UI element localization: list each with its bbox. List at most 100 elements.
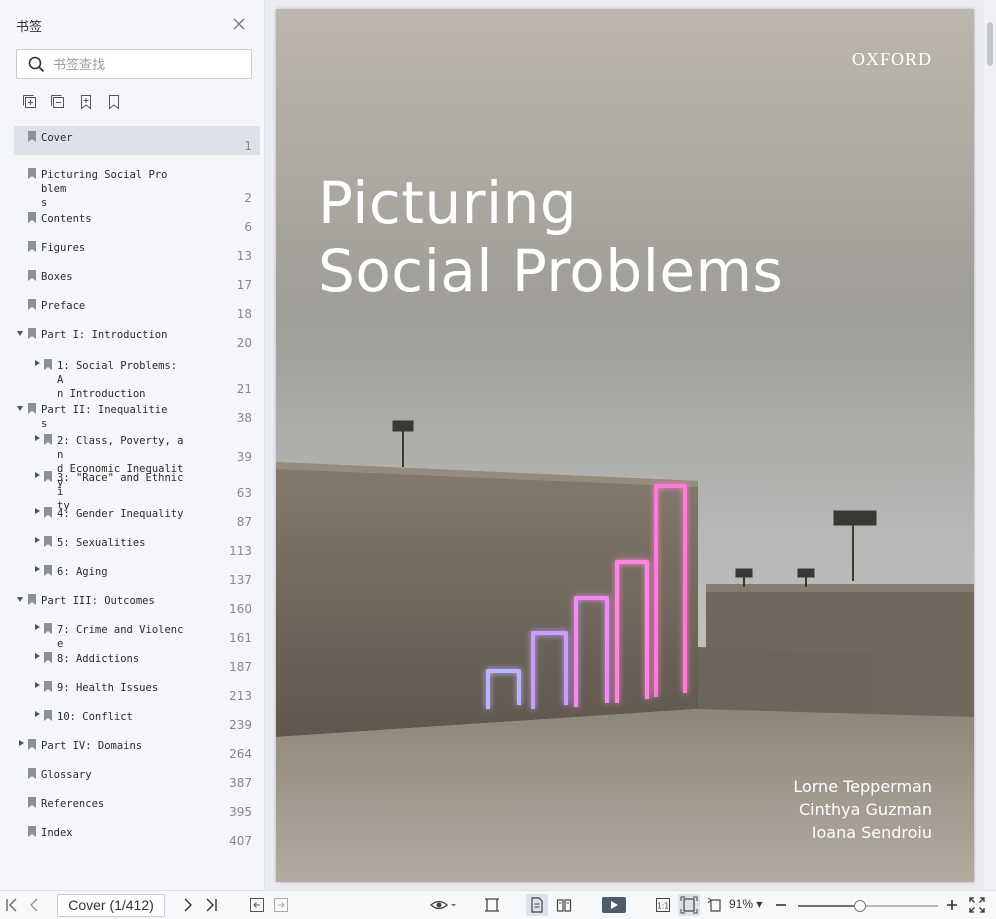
bookmark-page-number: 387	[229, 776, 252, 790]
collapse-arrow-icon[interactable]	[17, 597, 23, 602]
bookmark-icon[interactable]	[106, 94, 122, 110]
previous-page-icon[interactable]	[26, 897, 42, 913]
bookmark-flag-icon	[44, 507, 52, 518]
document-viewer[interactable]: OXFORD Picturing Social Problems Lorne T…	[266, 0, 982, 890]
bookmark-item[interactable]: 10: Conflict 239	[14, 705, 260, 734]
bookmark-item[interactable]: 8: Addictions 187	[14, 647, 260, 676]
bookmark-flag-icon	[44, 434, 52, 445]
bookmark-item[interactable]: Index 407	[14, 821, 260, 850]
cover-authors: Lorne Tepperman Cinthya Guzman Ioana Sen…	[793, 775, 932, 844]
bookmark-item[interactable]: Part II: Inequalities 38	[14, 398, 260, 430]
bookmark-label: Picturing Social Problem s	[41, 169, 168, 209]
expand-arrow-icon[interactable]	[35, 508, 40, 514]
expand-arrow-icon[interactable]	[35, 435, 40, 441]
eye-protection-icon[interactable]	[430, 897, 456, 913]
bookmark-flag-icon	[28, 826, 36, 837]
expand-arrow-icon[interactable]	[35, 360, 40, 366]
expand-arrow-icon[interactable]	[35, 472, 40, 478]
bookmark-label: Preface	[41, 300, 86, 312]
bookmark-label: 1: Social Problems: A n Introduction	[57, 360, 178, 400]
bookmark-page-number: 39	[236, 450, 252, 464]
expand-all-icon[interactable]	[22, 94, 38, 110]
expand-arrow-icon[interactable]	[35, 653, 40, 659]
bookmark-item[interactable]: 7: Crime and Violence 161	[14, 618, 260, 650]
bookmark-page-number: 187	[229, 660, 252, 674]
bookmark-flag-icon	[28, 241, 36, 252]
bookmark-item[interactable]: Part III: Outcomes 160	[14, 589, 260, 618]
bookmark-item[interactable]: Cover 1	[14, 126, 260, 155]
fullscreen-icon[interactable]	[969, 897, 985, 913]
zoom-out-icon[interactable]	[773, 897, 789, 913]
bookmark-item[interactable]: 9: Health Issues 213	[14, 676, 260, 705]
bookmark-page-number: 6	[244, 220, 252, 234]
bookmark-label: Contents	[41, 213, 92, 225]
collapse-all-icon[interactable]	[50, 94, 66, 110]
zoom-in-icon[interactable]	[944, 897, 960, 913]
expand-arrow-icon[interactable]	[35, 624, 40, 630]
bookmark-flag-icon	[44, 710, 52, 721]
bookmark-search[interactable]	[16, 49, 252, 79]
two-page-icon[interactable]	[556, 897, 572, 913]
bookmark-item[interactable]: Figures 13	[14, 236, 260, 265]
expand-arrow-icon[interactable]	[35, 566, 40, 572]
actual-size-icon[interactable]: 1:1	[655, 897, 671, 913]
expand-arrow-icon[interactable]	[35, 537, 40, 543]
back-icon[interactable]	[249, 897, 265, 913]
zoom-slider-knob[interactable]	[853, 900, 866, 912]
scrollbar-thumb[interactable]	[987, 22, 993, 66]
bookmark-flag-icon	[28, 299, 36, 310]
expand-arrow-icon[interactable]	[35, 682, 40, 688]
next-page-icon[interactable]	[180, 897, 196, 913]
rotate-icon[interactable]	[707, 897, 723, 913]
expand-arrow-icon[interactable]	[35, 711, 40, 717]
bookmark-flag-icon	[44, 565, 52, 576]
bookmark-item[interactable]: Part IV: Domains 264	[14, 734, 260, 763]
vertical-scrollbar[interactable]	[984, 0, 996, 890]
bookmark-item[interactable]: Contents 6	[14, 207, 260, 236]
bookmark-item[interactable]: Preface 18	[14, 294, 260, 323]
collapse-arrow-icon[interactable]	[17, 406, 23, 411]
bookmark-item[interactable]: 4: Gender Inequality 87	[14, 502, 260, 531]
bookmark-search-input[interactable]	[53, 55, 243, 73]
close-icon[interactable]	[232, 17, 246, 31]
bookmark-page-number: 395	[229, 805, 252, 819]
bookmark-item[interactable]: Glossary 387	[14, 763, 260, 792]
bookmark-item[interactable]: Part I: Introduction 20	[14, 323, 260, 352]
bookmark-page-number: 137	[229, 573, 252, 587]
forward-icon[interactable]	[273, 897, 289, 913]
fit-width-icon[interactable]	[484, 897, 500, 913]
single-page-button[interactable]	[526, 894, 548, 916]
bookmark-label: References	[41, 798, 105, 810]
bookmark-label: Part II: Inequalities	[41, 404, 168, 430]
bookmark-item[interactable]: 6: Aging 137	[14, 560, 260, 589]
add-bookmark-icon[interactable]	[78, 94, 94, 110]
bookmark-item[interactable]: 5: Sexualities 113	[14, 531, 260, 560]
zoom-level[interactable]: 91% ▾	[729, 897, 762, 911]
expand-arrow-icon[interactable]	[19, 740, 24, 746]
collapse-arrow-icon[interactable]	[17, 331, 23, 336]
bookmark-flag-icon	[28, 739, 36, 750]
bookmark-item[interactable]: Boxes 17	[14, 265, 260, 294]
author-name: Ioana Sendroiu	[811, 823, 932, 842]
author-name: Cinthya Guzman	[799, 800, 932, 819]
bookmark-page-number: 239	[229, 718, 252, 732]
bookmark-item[interactable]: 2: Class, Poverty, an d Economic Inequal…	[14, 429, 260, 489]
bookmark-page-number: 87	[236, 515, 252, 529]
bookmark-item[interactable]: 3: "Race" and Ethnici ty 63	[14, 466, 260, 512]
search-icon	[28, 56, 45, 73]
bookmark-label: Part I: Introduction	[41, 329, 168, 341]
zoom-slider[interactable]	[798, 900, 938, 912]
bookmark-flag-icon	[28, 131, 36, 142]
bookmark-item[interactable]: 1: Social Problems: A n Introduction 21	[14, 354, 260, 400]
bookmark-page-number: 13	[236, 249, 252, 263]
bookmark-label: Cover	[41, 132, 73, 144]
fit-page-button[interactable]	[678, 894, 700, 916]
last-page-icon[interactable]	[203, 897, 219, 913]
play-slideshow-icon[interactable]	[601, 896, 627, 914]
bookmark-item[interactable]: Picturing Social Problem s 2	[14, 163, 260, 209]
page-number-field[interactable]: Cover (1/412)	[57, 894, 165, 917]
first-page-icon[interactable]	[4, 897, 20, 913]
bookmark-label: 9: Health Issues	[57, 682, 159, 694]
bookmark-page-number: 160	[229, 602, 252, 616]
bookmark-item[interactable]: References 395	[14, 792, 260, 821]
